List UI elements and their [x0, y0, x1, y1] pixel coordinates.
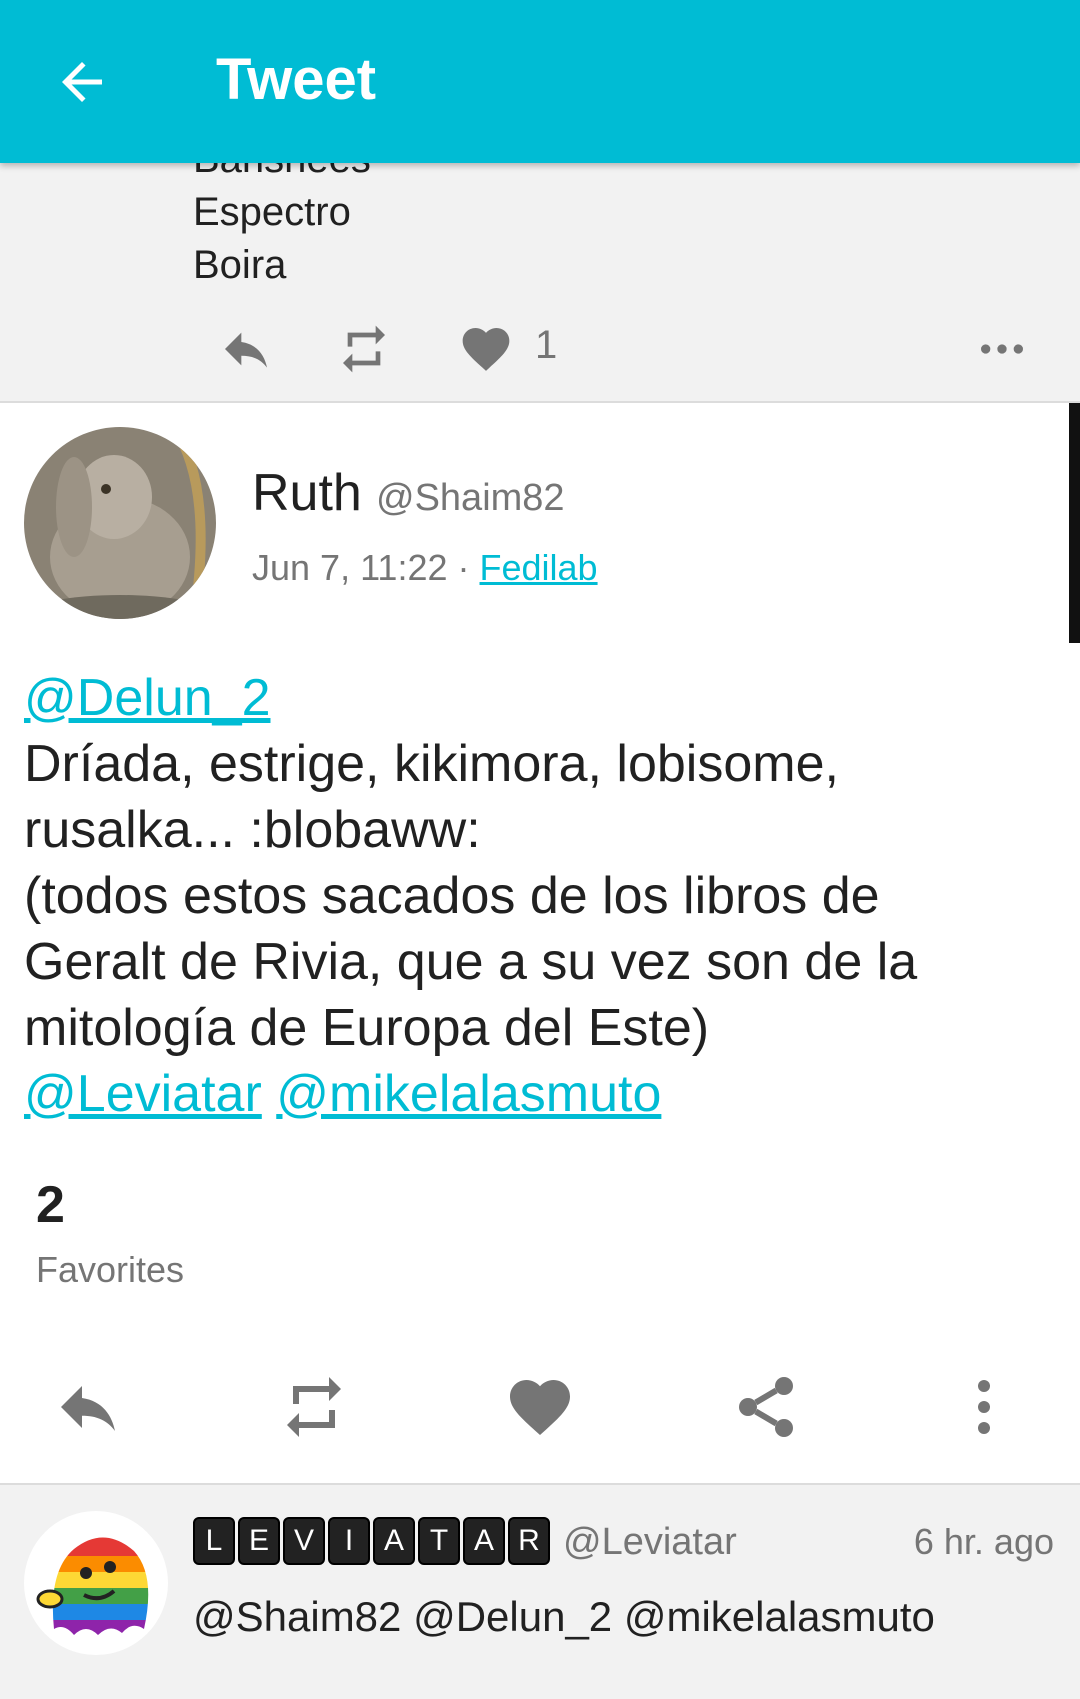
share-icon[interactable]	[730, 1371, 802, 1443]
text-line: Espectro	[193, 190, 351, 234]
favorite-icon[interactable]	[450, 321, 522, 377]
status-actions	[0, 1363, 1080, 1453]
status-date: Jun 7, 11:22 ·	[252, 547, 470, 588]
name-letter-tile: T	[418, 1517, 460, 1565]
boost-icon[interactable]	[328, 321, 400, 377]
boost-icon[interactable]	[276, 1371, 352, 1443]
mention-link[interactable]: @Leviatar	[24, 1065, 262, 1123]
text-line: (todos estos sacados de los libros de	[24, 867, 880, 925]
favorites-count: 1	[535, 323, 558, 367]
favorite-icon[interactable]	[504, 1371, 576, 1443]
favorites-label: Favorites	[36, 1249, 185, 1290]
name-letter-tile: E	[238, 1517, 280, 1565]
more-vertical-icon[interactable]	[948, 1371, 1020, 1443]
text-line: Boira	[193, 243, 287, 287]
account-handle: @Shaim82	[376, 477, 565, 519]
account-handle: @Leviatar	[563, 1521, 737, 1563]
status-content: @Delun_2 Dríada, estrige, kikimora, lobi…	[24, 665, 1044, 1127]
text-line: Geralt de Rivia, que a su vez son de la	[24, 933, 918, 991]
context-status-actions: 1	[0, 313, 1080, 383]
text-line: rusalka... :blobaww:	[24, 801, 481, 859]
avatar[interactable]	[24, 1511, 168, 1655]
context-status[interactable]: Banshees Espectro Boira 1	[0, 137, 1080, 403]
display-name: Ruth	[252, 464, 362, 522]
page-title: Tweet	[216, 47, 377, 112]
arrow-left-icon[interactable]	[52, 52, 112, 112]
name-letter-tile: V	[283, 1517, 325, 1565]
mention-link[interactable]: @mikelalasmuto	[276, 1065, 661, 1123]
avatar[interactable]	[24, 427, 216, 619]
name-letter-tile: A	[373, 1517, 415, 1565]
more-horizontal-icon[interactable]	[966, 321, 1038, 377]
name-letter-tile: I	[328, 1517, 370, 1565]
text-line: Dríada, estrige, kikimora, lobisome,	[24, 735, 839, 793]
reply-status[interactable]: L E V I A T A R @Leviatar 6 hr. ago @Sha…	[0, 1485, 1080, 1699]
favorites-stat[interactable]: 2 Favorites	[36, 1175, 184, 1291]
mention-link[interactable]: @Delun_2	[24, 669, 271, 727]
app-bar: Tweet	[0, 0, 1080, 163]
text-line: mitología de Europa del Este)	[24, 999, 710, 1057]
focused-status: Ruth @Shaim82 Jun 7, 11:22 · Fedilab @De…	[0, 403, 1080, 1485]
application-link[interactable]: Fedilab	[480, 547, 598, 588]
name-letter-tile: R	[508, 1517, 550, 1565]
display-name-letters: L E V I A T A R	[193, 1517, 550, 1565]
favorites-count: 2	[36, 1176, 65, 1234]
scroll-indicator[interactable]	[1069, 403, 1080, 643]
reply-icon[interactable]	[50, 1371, 126, 1443]
status-meta: Jun 7, 11:22 · Fedilab	[252, 547, 598, 589]
reply-text: @Shaim82 @Delun_2 @mikelalasmuto	[193, 1593, 935, 1640]
name-letter-tile: L	[193, 1517, 235, 1565]
name-letter-tile: A	[463, 1517, 505, 1565]
reply-icon[interactable]	[210, 321, 282, 377]
relative-time: 6 hr. ago	[913, 1521, 1054, 1562]
